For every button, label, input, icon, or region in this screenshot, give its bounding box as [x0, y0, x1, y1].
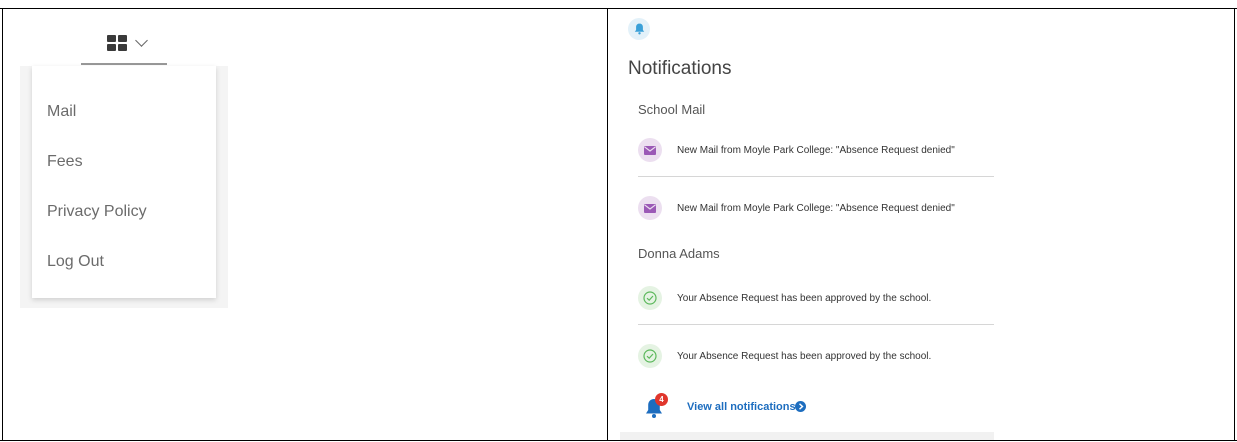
notification-text: New Mail from Moyle Park College: "Absen…: [677, 202, 955, 214]
panel-footer-strip: [620, 432, 994, 440]
notification-divider: [638, 324, 994, 325]
chevron-right-icon[interactable]: [795, 401, 806, 412]
notification-item[interactable]: Your Absence Request has been approved b…: [638, 336, 994, 376]
frame-right-border: [1234, 8, 1235, 441]
notification-text: New Mail from Moyle Park College: "Absen…: [677, 144, 955, 156]
notification-text: Your Absence Request has been approved b…: [677, 350, 932, 362]
check-circle-icon: [638, 286, 662, 310]
mail-icon: [638, 138, 662, 162]
dropdown-menu: Mail Fees Privacy Policy Log Out: [32, 66, 216, 298]
menu-item-fees[interactable]: Fees: [47, 153, 83, 171]
notification-item[interactable]: New Mail from Moyle Park College: "Absen…: [638, 130, 994, 170]
notification-count-badge: 4: [655, 393, 668, 406]
apps-toggle-underline: [81, 63, 167, 65]
grid-icon: [106, 35, 127, 51]
app-menu-panel: Mail Fees Privacy Policy Log Out: [3, 10, 607, 440]
mail-icon: [638, 196, 662, 220]
view-all-notifications-link[interactable]: View all notifications: [687, 401, 796, 413]
frame-top-border: [0, 8, 1237, 9]
menu-item-mail[interactable]: Mail: [47, 103, 76, 121]
frame-bottom-border: [0, 440, 1237, 441]
apps-menu-toggle[interactable]: [83, 24, 169, 62]
notifications-title: Notifications: [628, 58, 732, 79]
chevron-down-icon: [134, 34, 148, 47]
notification-divider: [638, 176, 994, 177]
check-circle-icon: [638, 344, 662, 368]
section-label-donna-adams: Donna Adams: [638, 246, 720, 261]
notification-item[interactable]: Your Absence Request has been approved b…: [638, 278, 994, 318]
notification-item[interactable]: New Mail from Moyle Park College: "Absen…: [638, 188, 994, 228]
menu-item-log-out[interactable]: Log Out: [47, 253, 104, 271]
menu-item-privacy-policy[interactable]: Privacy Policy: [47, 203, 147, 221]
bell-icon[interactable]: [628, 18, 650, 40]
section-label-school-mail: School Mail: [638, 102, 706, 117]
notifications-panel: Notifications School Mail New Mail from …: [608, 10, 1234, 440]
notification-text: Your Absence Request has been approved b…: [677, 292, 932, 304]
